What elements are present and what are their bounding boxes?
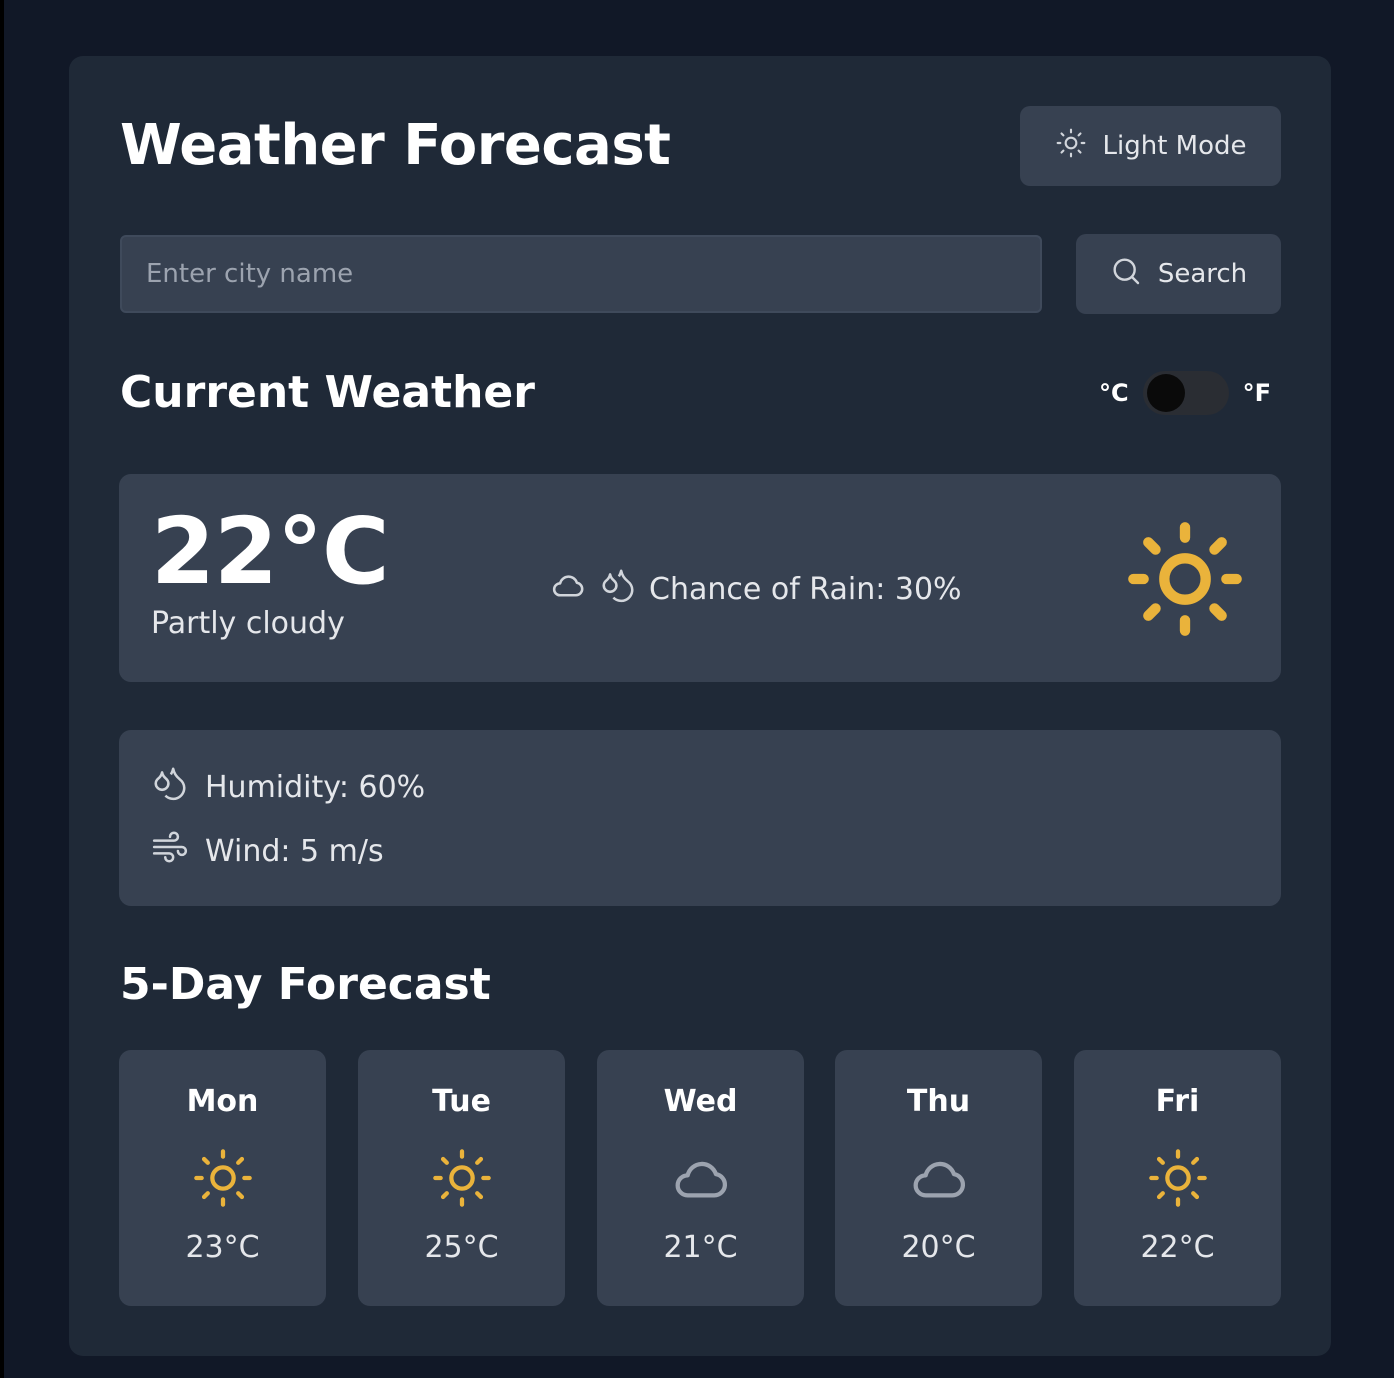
rain-chance-text: Chance of Rain: 30% (649, 571, 962, 607)
forecast-day-temp: 25°C (424, 1230, 499, 1265)
light-mode-label: Light Mode (1102, 131, 1247, 161)
forecast-day-card: Mon 23°C (119, 1050, 326, 1306)
droplets-icon (599, 566, 637, 612)
wind-icon (151, 828, 189, 874)
sun-icon (433, 1149, 491, 1207)
forecast-day-card: Fri 22°C (1074, 1050, 1281, 1306)
switch-knob (1146, 374, 1185, 412)
forecast-day-name: Fri (1155, 1084, 1200, 1119)
weather-description: Partly cloudy (151, 606, 345, 641)
light-mode-button[interactable]: Light Mode (1020, 106, 1281, 186)
droplets-icon (151, 764, 189, 810)
forecast-day-temp: 20°C (901, 1230, 976, 1265)
forecast-day-name: Wed (663, 1084, 738, 1119)
forecast-title: 5-Day Forecast (120, 959, 491, 1010)
search-label: Search (1157, 259, 1248, 289)
search-button[interactable]: Search (1076, 234, 1281, 314)
fahrenheit-label: °F (1242, 379, 1272, 407)
page-title: Weather Forecast (120, 113, 671, 178)
sun-icon (1149, 1149, 1207, 1207)
cloud-icon (675, 1161, 728, 1198)
current-weather-title: Current Weather (120, 367, 535, 418)
window-edge (0, 0, 4, 1378)
forecast-day-name: Mon (186, 1084, 259, 1119)
search-icon (1110, 255, 1142, 294)
sun-icon (1128, 522, 1242, 636)
forecast-day-card: Wed 21°C (597, 1050, 804, 1306)
forecast-day-name: Thu (906, 1084, 971, 1119)
forecast-day-card: Tue 25°C (358, 1050, 565, 1306)
cloud-icon (549, 566, 587, 612)
celsius-label: °C (1099, 379, 1129, 407)
weather-details-panel: Humidity: 60% Wind: 5 m/s (119, 730, 1281, 906)
forecast-day-card: Thu 20°C (835, 1050, 1042, 1306)
cloud-icon (913, 1161, 966, 1198)
rain-chance: Chance of Rain: 30% (549, 566, 962, 612)
weather-card: Weather Forecast Light Mode Search Curre… (69, 56, 1331, 1356)
city-search-input[interactable] (120, 235, 1042, 313)
wind-text: Wind: 5 m/s (205, 833, 384, 869)
unit-toggle: °C °F (1099, 368, 1271, 418)
unit-switch[interactable] (1142, 371, 1229, 415)
forecast-day-name: Tue (432, 1084, 491, 1119)
current-temperature: 22°C (151, 498, 390, 605)
humidity-text: Humidity: 60% (205, 769, 426, 805)
humidity-row: Humidity: 60% (151, 764, 425, 810)
current-weather-panel: 22°C Partly cloudy Chance of Rain: 30% (119, 474, 1281, 682)
forecast-day-temp: 22°C (1140, 1230, 1215, 1265)
forecast-day-temp: 23°C (185, 1230, 260, 1265)
forecast-day-temp: 21°C (663, 1230, 738, 1265)
wind-row: Wind: 5 m/s (151, 828, 384, 874)
sun-icon (1055, 127, 1087, 166)
sun-icon (194, 1149, 252, 1207)
